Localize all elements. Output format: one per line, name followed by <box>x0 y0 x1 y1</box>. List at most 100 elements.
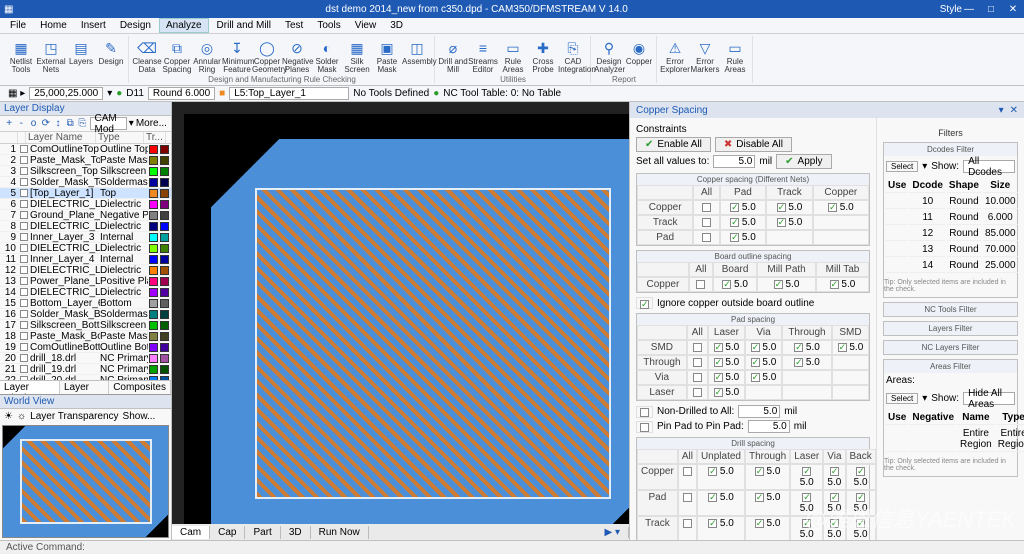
world-view-canvas[interactable] <box>2 425 169 538</box>
layer-row[interactable]: 20drill_18.drlNC Primary <box>0 353 171 364</box>
ribbon-copper-geometry[interactable]: ◯Copper Geometry <box>253 36 281 74</box>
layer-row[interactable]: 3Silkscreen_TopSilkscreen T <box>0 166 171 177</box>
layer-row[interactable]: 7Ground_Plane_LayNegative Pla <box>0 210 171 221</box>
ribbon-annular-ring[interactable]: ◎Annular Ring <box>193 36 221 74</box>
layer-row[interactable]: 2Paste_Mask_TopPaste Mask <box>0 155 171 166</box>
areas-show-field[interactable]: Hide All Areas <box>963 392 1015 405</box>
menu-3d[interactable]: 3D <box>384 19 409 32</box>
layer-tab[interactable]: Layer Sets <box>60 381 109 394</box>
ribbon-paste-mask[interactable]: ▣Paste Mask <box>373 36 401 74</box>
layer-row[interactable]: 14DIELECTRIC_LAYEDielectric <box>0 287 171 298</box>
layer-transparency[interactable]: Layer Transparency <box>30 411 118 422</box>
layer-row[interactable]: 12DIELECTRIC_LAYEDielectric <box>0 265 171 276</box>
style-dropdown[interactable]: Style <box>940 4 962 15</box>
layer-row[interactable]: 6DIELECTRIC_LAYEDielectric <box>0 199 171 210</box>
minimize-button[interactable]: — <box>962 4 976 15</box>
menu-test[interactable]: Test <box>279 19 309 32</box>
layer-tb-btn[interactable]: ↕ <box>53 118 63 130</box>
apply-button[interactable]: ✔Apply <box>776 154 831 169</box>
canvas-tab-part[interactable]: Part <box>245 526 280 539</box>
ribbon-drill-and-mill[interactable]: ⌀Drill and Mill <box>439 36 467 74</box>
layer-field[interactable]: L5:Top_Layer_1 <box>229 87 349 100</box>
menu-view[interactable]: View <box>349 19 383 32</box>
ribbon-rule-areas[interactable]: ▭Rule Areas <box>721 36 749 82</box>
run-now-button[interactable]: ▶ ▾ <box>597 527 630 538</box>
close-button[interactable]: ✕ <box>1006 4 1020 15</box>
layer-row[interactable]: 5[Top_Layer_1]Top <box>0 188 171 199</box>
pin-icon[interactable]: ▾ <box>999 105 1004 116</box>
dcodes-show-field[interactable]: All Dcodes <box>963 160 1015 173</box>
menu-home[interactable]: Home <box>34 19 73 32</box>
layer-row[interactable]: 17Silkscreen_BottomSilkscreen B <box>0 320 171 331</box>
ribbon-error-explorer[interactable]: ⚠Error Explorer <box>661 36 689 82</box>
maximize-button[interactable]: □ <box>984 4 998 15</box>
panel-close-icon[interactable]: ✕ <box>1010 105 1018 116</box>
ribbon-negative-planes[interactable]: ⊘Negative Planes <box>283 36 311 74</box>
ribbon-layers[interactable]: ▤Layers <box>67 36 95 82</box>
canvas-tab-3d[interactable]: 3D <box>281 526 311 539</box>
ribbon-design[interactable]: ✎Design <box>97 36 125 82</box>
menu-drill-and-mill[interactable]: Drill and Mill <box>211 19 277 32</box>
layer-row[interactable]: 16Solder_Mask_BottomSoldermask <box>0 309 171 320</box>
table-row[interactable]: 14Round25.000 <box>886 259 1018 273</box>
wv-tool-icon[interactable]: ☀ <box>4 411 13 422</box>
ribbon-assembly[interactable]: ◫Assembly <box>403 36 431 74</box>
layer-tb-btn[interactable]: o <box>28 118 38 130</box>
canvas-tab-cap[interactable]: Cap <box>210 526 245 539</box>
more-button[interactable]: More... <box>136 118 167 129</box>
layer-tb-btn[interactable]: + <box>4 118 14 130</box>
ribbon-cross-probe[interactable]: ✚Cross Probe <box>529 36 557 74</box>
layer-row[interactable]: 9Inner_Layer_3Internal <box>0 232 171 243</box>
layer-tb-btn[interactable]: - <box>16 118 26 130</box>
table-row[interactable]: 10Round10.000 <box>886 195 1018 209</box>
layer-tab[interactable]: Layer Display <box>0 381 60 394</box>
select-dropdown[interactable]: Select <box>886 161 918 172</box>
menu-design[interactable]: Design <box>114 19 157 32</box>
areas-select-dropdown[interactable]: Select <box>886 393 918 404</box>
layer-row[interactable]: 8DIELECTRIC_LAYEDielectric <box>0 221 171 232</box>
ribbon-silk-screen[interactable]: ▦Silk Screen <box>343 36 371 74</box>
layer-row[interactable]: 13Power_Plane_Laye_5Positive Plane <box>0 276 171 287</box>
ribbon-rule-areas[interactable]: ▭Rule Areas <box>499 36 527 74</box>
layer-row[interactable]: 15Bottom_Layer_6Bottom <box>0 298 171 309</box>
layer-tab[interactable]: Composites <box>109 381 171 394</box>
wv-tool-icon[interactable]: ☼ <box>17 411 26 422</box>
layer-tb-btn[interactable]: ⎘ <box>77 118 87 130</box>
layer-row[interactable]: 21drill_19.drlNC Primary <box>0 364 171 375</box>
menu-analyze[interactable]: Analyze <box>159 18 209 33</box>
dcode-field[interactable]: Round 6.000 <box>148 87 215 100</box>
canvas-tab-cam[interactable]: Cam <box>172 526 210 539</box>
table-row[interactable]: 11Round6.000 <box>886 211 1018 225</box>
layer-row[interactable]: 18Paste_Mask_BottomPaste Mask <box>0 331 171 342</box>
ribbon-solder-mask[interactable]: ◐Solder Mask <box>313 36 341 74</box>
disable-all-button[interactable]: ✖Disable All <box>715 137 792 152</box>
ribbon-design-analyzer[interactable]: ⚲Design Analyzer <box>595 36 623 74</box>
set-all-value-input[interactable] <box>713 155 755 168</box>
show-dropdown[interactable]: Show... <box>123 411 156 422</box>
layer-list[interactable]: 1ComOutlineTopOutline Top2Paste_Mask_Top… <box>0 144 171 380</box>
cam-mode-dropdown[interactable]: CAM Mod <box>90 117 127 130</box>
layer-row[interactable]: 19ComOutlineBottomOutline Bottom <box>0 342 171 353</box>
ribbon-copper-spacing[interactable]: ⧉Copper Spacing <box>163 36 191 74</box>
enable-all-button[interactable]: ✔Enable All <box>636 137 711 152</box>
layer-row[interactable]: 11Inner_Layer_4Internal <box>0 254 171 265</box>
table-row[interactable]: 13Round70.000 <box>886 243 1018 257</box>
nd-input[interactable] <box>738 405 780 418</box>
ribbon-netlist-tools[interactable]: ▦Netlist Tools <box>7 36 35 82</box>
layer-tb-btn[interactable]: ⟳ <box>41 118 51 130</box>
table-row[interactable]: Entire RegionEntire Region <box>886 427 1024 452</box>
menu-tools[interactable]: Tools <box>311 19 346 32</box>
layer-tb-btn[interactable]: ⧉ <box>65 118 75 130</box>
layer-row[interactable]: 10DIELECTRIC_LAYEDielectric <box>0 243 171 254</box>
ribbon-cad-integration[interactable]: ⎘CAD Integration <box>559 36 587 74</box>
ribbon-error-markers[interactable]: ▽Error Markers <box>691 36 719 82</box>
ribbon-streams-editor[interactable]: ≡Streams Editor <box>469 36 497 74</box>
ribbon-copper[interactable]: ◉Copper <box>625 36 653 74</box>
menu-insert[interactable]: Insert <box>75 19 112 32</box>
pp-input[interactable] <box>748 420 790 433</box>
layer-row[interactable]: 1ComOutlineTopOutline Top <box>0 144 171 155</box>
ribbon-minimum-feature[interactable]: ↧Minimum Feature <box>223 36 251 74</box>
coord-field[interactable]: 25,000,25.000 <box>29 87 103 100</box>
ribbon-cleanse-data[interactable]: ⌫Cleanse Data <box>133 36 161 74</box>
table-row[interactable]: 12Round85.000 <box>886 227 1018 241</box>
